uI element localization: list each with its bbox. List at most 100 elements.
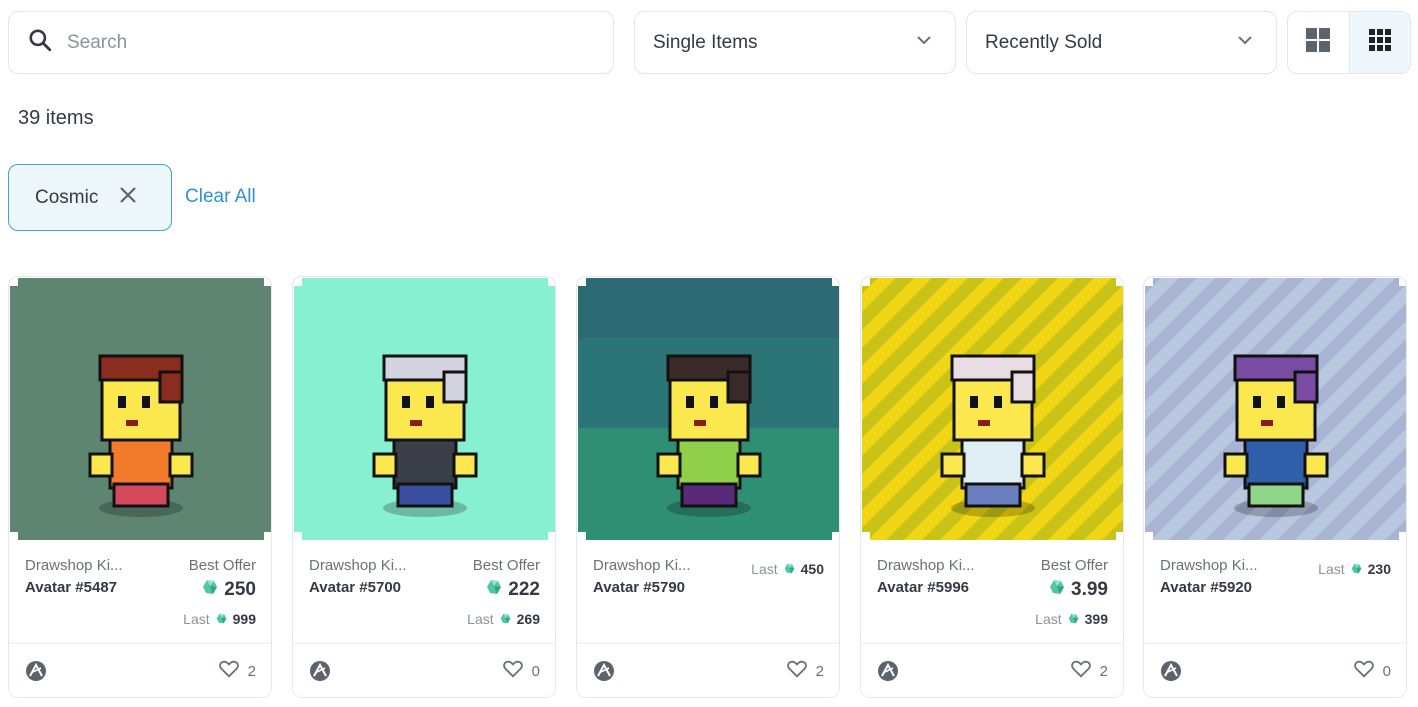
heart-icon xyxy=(1353,658,1375,684)
card-info: Drawshop Ki... Avatar #5996 Best Offer 3.99… xyxy=(861,541,1123,643)
last-sale-value: 399 xyxy=(1084,611,1108,627)
gem-icon xyxy=(486,579,508,601)
avatar-image[interactable] xyxy=(1145,278,1406,540)
avatar-image[interactable] xyxy=(294,278,555,540)
creator-logo-icon[interactable] xyxy=(309,660,331,682)
nft-card[interactable]: Drawshop Ki... Avatar #5920 Last 230 0 xyxy=(1143,276,1407,698)
sort-dropdown[interactable]: Recently Sold xyxy=(966,11,1277,74)
item-name[interactable]: Avatar #5487 xyxy=(25,579,117,596)
gem-icon xyxy=(1062,611,1085,627)
like-count: 2 xyxy=(247,662,256,680)
nft-card[interactable]: Drawshop Ki... Avatar #5790 Last 450 2 xyxy=(576,276,840,698)
best-offer-label: Best Offer xyxy=(1040,557,1108,574)
like-button[interactable]: 0 xyxy=(1353,658,1391,684)
last-sale: Last 269 xyxy=(467,611,540,627)
creator-logo-icon[interactable] xyxy=(1160,660,1182,682)
best-offer-label: Best Offer xyxy=(472,557,540,574)
search-box[interactable] xyxy=(8,11,614,74)
card-footer: 0 xyxy=(1144,643,1406,697)
like-button[interactable]: 0 xyxy=(502,658,540,684)
collection-name[interactable]: Drawshop Ki... xyxy=(25,557,123,574)
grid-large-icon xyxy=(1306,28,1331,57)
heart-icon xyxy=(502,658,524,684)
heart-icon xyxy=(1070,658,1092,684)
filter-chip-label: Cosmic xyxy=(35,186,99,208)
creator-logo-icon[interactable] xyxy=(593,660,615,682)
heart-icon xyxy=(786,658,808,684)
last-label: Last xyxy=(183,611,210,627)
last-sale: Last 450 xyxy=(751,561,824,577)
best-offer-price: 3.99 xyxy=(1049,579,1108,601)
last-label: Last xyxy=(1035,611,1062,627)
chevron-down-icon xyxy=(1236,31,1254,54)
creator-logo-icon[interactable] xyxy=(25,660,47,682)
nft-card[interactable]: Drawshop Ki... Avatar #5996 Best Offer 3.99… xyxy=(860,276,1124,698)
last-sale-value: 269 xyxy=(516,611,540,627)
best-offer-value: 3.99 xyxy=(1071,579,1108,600)
item-name[interactable]: Avatar #5920 xyxy=(1160,579,1252,596)
best-offer-label: Best Offer xyxy=(188,557,256,574)
avatar-image[interactable] xyxy=(10,278,271,540)
collection-name[interactable]: Drawshop Ki... xyxy=(593,557,691,574)
gem-icon xyxy=(202,579,224,601)
like-count: 2 xyxy=(815,662,824,680)
card-info: Drawshop Ki... Avatar #5920 Last 230 xyxy=(1144,541,1406,643)
result-count: 39 items xyxy=(18,107,94,129)
collection-name[interactable]: Drawshop Ki... xyxy=(1160,557,1258,574)
card-info: Drawshop Ki... Avatar #5700 Best Offer 222 L… xyxy=(293,541,555,643)
card-footer: 2 xyxy=(577,643,839,697)
gem-icon xyxy=(1345,561,1368,577)
collection-name[interactable]: Drawshop Ki... xyxy=(309,557,407,574)
last-label: Last xyxy=(467,611,494,627)
grid-large-view-button[interactable] xyxy=(1288,12,1349,73)
like-button[interactable]: 2 xyxy=(786,658,824,684)
view-toggle xyxy=(1287,11,1411,74)
gem-icon xyxy=(778,561,801,577)
last-sale: Last 399 xyxy=(1035,611,1108,627)
best-offer-price: 222 xyxy=(486,579,540,601)
best-offer-value: 222 xyxy=(508,579,540,600)
grid-small-view-button[interactable] xyxy=(1348,12,1410,73)
close-icon[interactable] xyxy=(98,185,138,210)
item-name[interactable]: Avatar #5700 xyxy=(309,579,401,596)
gem-icon xyxy=(494,611,517,627)
search-input[interactable] xyxy=(67,31,567,54)
toolbar: Single Items Recently Sold xyxy=(8,11,1411,74)
card-footer: 2 xyxy=(9,643,271,697)
search-icon xyxy=(27,27,53,58)
card-info: Drawshop Ki... Avatar #5790 Last 450 xyxy=(577,541,839,643)
collection-name[interactable]: Drawshop Ki... xyxy=(877,557,975,574)
last-sale: Last 230 xyxy=(1318,561,1391,577)
like-count: 0 xyxy=(1382,662,1391,680)
avatar-image[interactable] xyxy=(862,278,1123,540)
avatar-image[interactable] xyxy=(578,278,839,540)
like-button[interactable]: 2 xyxy=(1070,658,1108,684)
last-sale-value: 450 xyxy=(800,561,824,577)
chevron-down-icon xyxy=(915,31,933,54)
grid-small-icon xyxy=(1368,29,1391,56)
like-count: 2 xyxy=(1099,662,1108,680)
item-type-dropdown[interactable]: Single Items xyxy=(634,11,956,74)
sort-value: Recently Sold xyxy=(985,31,1103,53)
last-sale-value: 230 xyxy=(1367,561,1391,577)
last-sale-value: 999 xyxy=(232,611,256,627)
card-footer: 2 xyxy=(861,643,1123,697)
last-label: Last xyxy=(1318,561,1345,577)
gem-icon xyxy=(210,611,233,627)
best-offer-price: 250 xyxy=(202,579,256,601)
nft-card[interactable]: Drawshop Ki... Avatar #5487 Best Offer 250 L… xyxy=(8,276,272,698)
item-name[interactable]: Avatar #5996 xyxy=(877,579,969,596)
filter-chip-cosmic[interactable]: Cosmic xyxy=(8,164,172,231)
card-info: Drawshop Ki... Avatar #5487 Best Offer 250 L… xyxy=(9,541,271,643)
last-label: Last xyxy=(751,561,778,577)
creator-logo-icon[interactable] xyxy=(877,660,899,682)
heart-icon xyxy=(218,658,240,684)
best-offer-value: 250 xyxy=(224,579,256,600)
like-button[interactable]: 2 xyxy=(218,658,256,684)
nft-card[interactable]: Drawshop Ki... Avatar #5700 Best Offer 222 L… xyxy=(292,276,556,698)
clear-all-link[interactable]: Clear All xyxy=(185,186,256,208)
last-sale: Last 999 xyxy=(183,611,256,627)
card-footer: 0 xyxy=(293,643,555,697)
like-count: 0 xyxy=(531,662,540,680)
item-name[interactable]: Avatar #5790 xyxy=(593,579,685,596)
